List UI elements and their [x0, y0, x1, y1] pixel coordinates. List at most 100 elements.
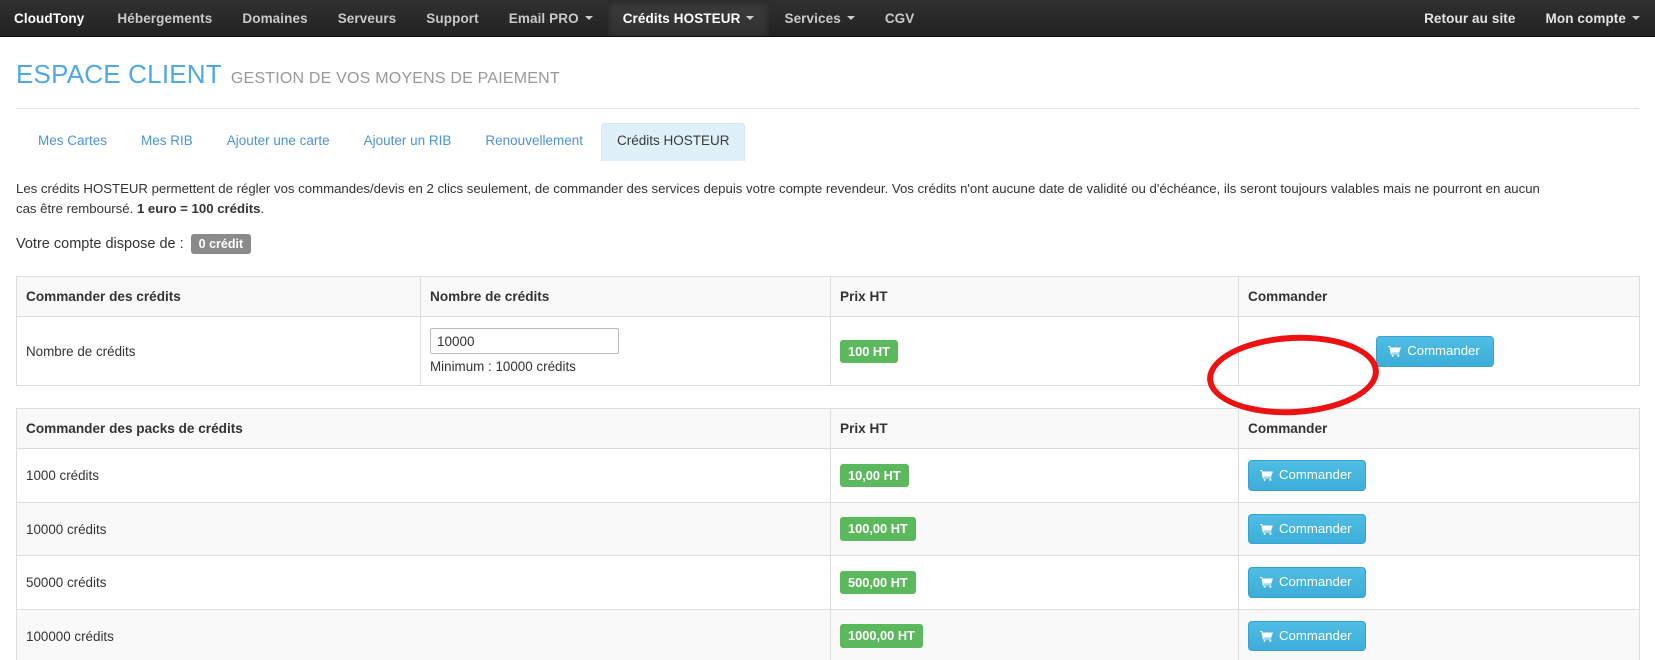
chevron-down-icon	[584, 16, 593, 20]
nav-item-serveurs[interactable]: Serveurs	[323, 0, 412, 36]
nav-item-retour-au-site[interactable]: Retour au site	[1409, 0, 1530, 36]
tab-renouvellement[interactable]: Renouvellement	[469, 123, 599, 161]
order-button-label: Commander	[1279, 574, 1352, 590]
quantity-hint: Minimum : 10000 crédits	[430, 359, 576, 375]
top-navigation-bar: CloudTony Hébergements Domaines Serveurs…	[0, 0, 1655, 37]
shopping-cart-icon	[1260, 630, 1273, 642]
page-title: ESPACE CLIENT GESTION DE VOS MOYENS DE P…	[16, 37, 1639, 108]
price-badge: 100,00 HT	[840, 517, 916, 541]
tab-mes-cartes[interactable]: Mes Cartes	[22, 123, 123, 161]
table-row: 50000 crédits 500,00 HT Commander	[16, 555, 1640, 610]
order-button-label: Commander	[1279, 627, 1352, 643]
header-divider	[16, 108, 1639, 109]
tab-mes-rib[interactable]: Mes RIB	[125, 123, 209, 161]
cell-order-action: Commander	[1238, 501, 1640, 557]
tab-label: Ajouter un RIB	[363, 133, 452, 148]
table-row: 10000 crédits 100,00 HT Commander	[16, 501, 1640, 557]
order-credits-table-wrapper: Commander des crédits Nombre de crédits …	[16, 276, 1640, 387]
nav-item-label: Support	[426, 10, 479, 26]
cell-pack-price: 100,00 HT	[830, 501, 1239, 557]
cell-pack-name: 100000 crédits	[16, 608, 831, 660]
intro-paragraph: Les crédits HOSTEUR permettent de régler…	[16, 179, 1544, 220]
chevron-down-icon	[1632, 16, 1640, 20]
order-button-label: Commander	[1279, 520, 1352, 536]
cell-pack-name: 50000 crédits	[16, 555, 831, 610]
nav-item-hebergements[interactable]: Hébergements	[102, 0, 227, 36]
order-button-container: Commander	[1248, 567, 1630, 598]
column-header-commander-des-credits: Commander des crédits	[16, 276, 421, 318]
tab-label: Renouvellement	[485, 133, 583, 148]
nav-item-support[interactable]: Support	[411, 0, 493, 36]
order-button-pack-100000[interactable]: Commander	[1248, 620, 1366, 652]
nav-brand-label: CloudTony	[14, 10, 85, 26]
price-badge: 500,00 HT	[840, 570, 916, 595]
nav-item-services[interactable]: Services	[769, 0, 869, 36]
nav-item-label: Hébergements	[117, 10, 213, 26]
order-button-container: Commander	[1248, 620, 1630, 652]
price-badge: 1000,00 HT	[840, 624, 923, 648]
nav-item-label: Crédits HOSTEUR	[622, 10, 741, 26]
table-header-row: Commander des crédits Nombre de crédits …	[16, 276, 1640, 318]
account-balance-line: Votre compte dispose de : 0 crédit	[16, 233, 1639, 255]
table-row: 1000 crédits 10,00 HT Commander	[16, 448, 1640, 503]
tab-label: Mes RIB	[141, 133, 193, 148]
page-title-main: ESPACE CLIENT	[16, 59, 222, 89]
nav-item-label: CGV	[884, 10, 915, 26]
nav-item-email-pro[interactable]: Email PRO	[494, 0, 608, 36]
order-button-label: Commander	[1407, 343, 1480, 359]
order-credits-table: Commander des crédits Nombre de crédits …	[16, 276, 1640, 387]
order-button-container: Commander	[1248, 513, 1630, 545]
column-header-commander: Commander	[1238, 408, 1640, 450]
nav-item-label: Domaines	[242, 10, 308, 26]
tab-bar: Mes Cartes Mes RIB Ajouter une carte Ajo…	[16, 123, 1639, 161]
column-header-packs: Commander des packs de crédits	[16, 408, 831, 450]
order-button-container: Commander	[1248, 460, 1630, 491]
cell-order-action: Commander	[1238, 608, 1640, 660]
order-button-label: Commander	[1279, 467, 1352, 483]
price-badge: 100 HT	[840, 339, 898, 363]
cell-order-action: Commander	[1238, 316, 1640, 387]
column-header-nombre-de-credits: Nombre de crédits	[420, 276, 831, 318]
cell-quantity: Minimum : 10000 crédits	[420, 316, 831, 387]
order-button-row-1[interactable]: Commander	[1376, 336, 1494, 367]
table-row: Nombre de crédits Minimum : 10000 crédit…	[16, 316, 1640, 387]
order-button-pack-10000[interactable]: Commander	[1248, 513, 1366, 545]
nav-item-label: Email PRO	[508, 10, 579, 26]
nav-brand-cloudtony[interactable]: CloudTony	[0, 0, 102, 36]
packs-table: Commander des packs de crédits Prix HT C…	[16, 408, 1640, 660]
nav-item-label: Services	[784, 10, 841, 26]
credits-quantity-input[interactable]	[430, 328, 619, 355]
tab-credits-hosteur[interactable]: Crédits HOSTEUR	[600, 123, 746, 161]
nav-item-credits-hosteur[interactable]: Crédits HOSTEUR	[607, 0, 770, 36]
cell-price: 100 HT	[830, 316, 1239, 387]
tab-label: Ajouter une carte	[226, 133, 330, 148]
cell-pack-price: 10,00 HT	[830, 448, 1239, 503]
nav-left-group: CloudTony Hébergements Domaines Serveurs…	[0, 0, 929, 36]
tab-ajouter-un-rib[interactable]: Ajouter un RIB	[348, 123, 468, 161]
intro-text-bold: 1 euro = 100 crédits	[136, 201, 261, 217]
order-button-container: Commander	[1248, 336, 1630, 367]
table-header-row: Commander des packs de crédits Prix HT C…	[16, 408, 1640, 450]
intro-text-part2: .	[260, 201, 265, 217]
nav-item-cgv[interactable]: CGV	[870, 0, 930, 36]
shopping-cart-icon	[1388, 345, 1402, 357]
nav-item-label: Serveurs	[337, 10, 397, 26]
order-button-pack-1000[interactable]: Commander	[1248, 460, 1366, 491]
tab-ajouter-une-carte[interactable]: Ajouter une carte	[211, 123, 346, 161]
column-header-commander: Commander	[1238, 276, 1640, 318]
page-title-subtitle: GESTION DE VOS MOYENS DE PAIEMENT	[230, 70, 560, 87]
cell-pack-price: 500,00 HT	[830, 555, 1239, 610]
chevron-down-icon	[846, 16, 855, 20]
nav-item-domaines[interactable]: Domaines	[227, 0, 322, 36]
cell-row-label: Nombre de crédits	[16, 316, 421, 387]
order-button-pack-50000[interactable]: Commander	[1248, 567, 1366, 598]
cell-pack-price: 1000,00 HT	[830, 608, 1239, 660]
cell-order-action: Commander	[1238, 555, 1640, 610]
nav-item-label: Mon compte	[1545, 10, 1626, 26]
shopping-cart-icon	[1260, 577, 1273, 588]
chevron-down-icon	[746, 16, 755, 20]
nav-right-group: Retour au site Mon compte	[1409, 0, 1655, 36]
nav-item-mon-compte[interactable]: Mon compte	[1531, 0, 1655, 36]
tab-label: Mes Cartes	[38, 133, 108, 148]
column-header-prix-ht: Prix HT	[830, 276, 1239, 318]
